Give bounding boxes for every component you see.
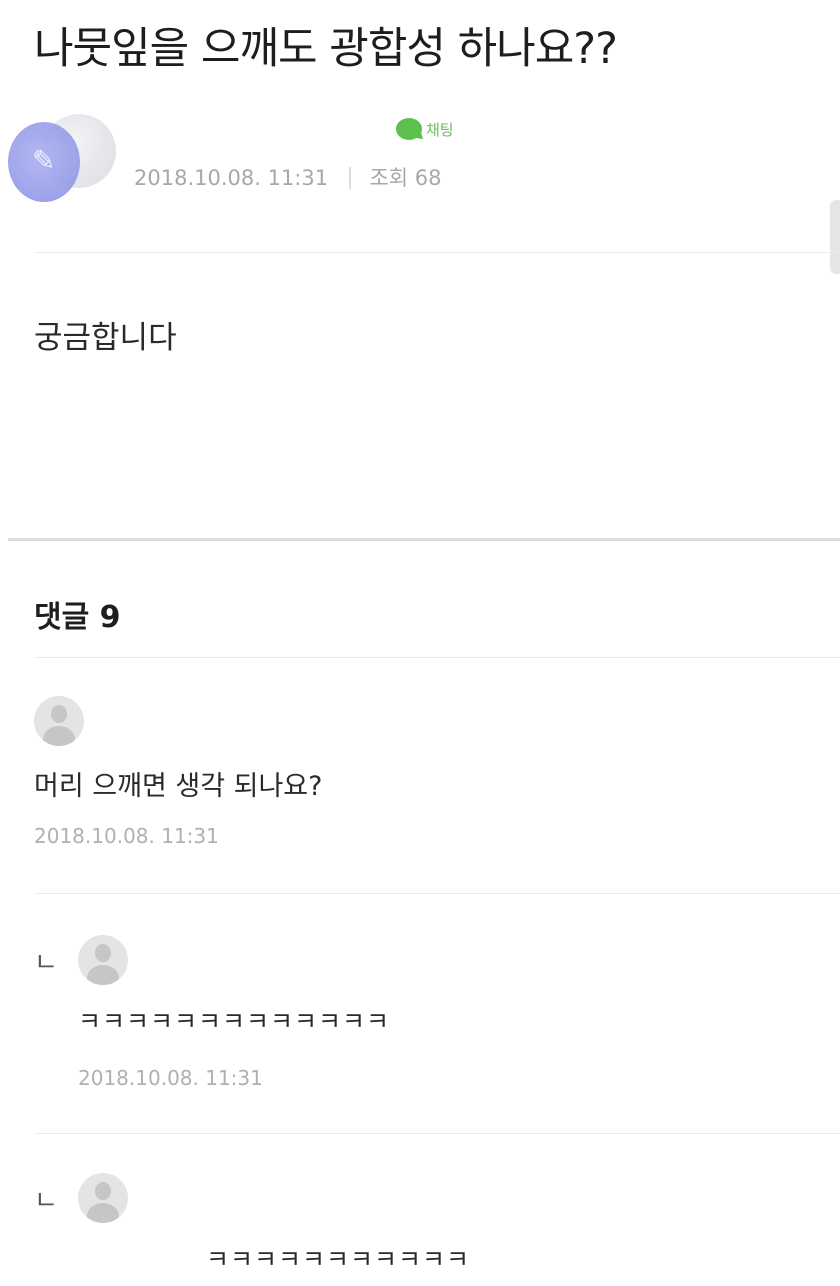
section-divider xyxy=(8,538,840,541)
post-title: 나뭇잎을 으깨도 광합성 하나요?? xyxy=(34,24,618,74)
pencil-icon: ✎ xyxy=(32,144,56,177)
avatar-body xyxy=(43,726,75,746)
avatar-front: ✎ xyxy=(8,122,80,202)
reply-mark: ㄴ xyxy=(34,1186,58,1216)
post-views: 조회 68 xyxy=(369,166,442,190)
chat-button[interactable]: 채팅 xyxy=(396,118,454,140)
post-meta: 2018.10.08. 11:31 조회 68 xyxy=(134,162,442,192)
header-divider xyxy=(34,252,840,253)
chat-icon xyxy=(396,118,422,140)
reply-text: ㅋㅋㅋㅋㅋㅋㅋㅋㅋㅋㅋ xyxy=(206,1245,471,1274)
chat-label: 채팅 xyxy=(426,120,454,139)
avatar-head xyxy=(95,1182,111,1200)
author-avatar[interactable]: ✎ xyxy=(8,112,118,202)
reply-mark: ㄴ xyxy=(34,948,58,978)
reply-avatar[interactable] xyxy=(78,1173,128,1223)
reply-date: 2018.10.08. 11:31 xyxy=(78,1066,263,1090)
side-scroll-tab[interactable] xyxy=(830,200,840,274)
post-body: 궁금합니다 xyxy=(34,320,177,356)
comment-divider xyxy=(34,1133,840,1134)
comments-divider xyxy=(34,657,840,658)
comment-count: 댓글 9 xyxy=(34,600,121,635)
avatar-head xyxy=(51,705,67,723)
reply-text: ㅋㅋㅋㅋㅋㅋㅋㅋㅋㅋㅋㅋㅋ xyxy=(78,1007,391,1036)
avatar-body xyxy=(87,965,119,985)
post-date: 2018.10.08. 11:31 xyxy=(134,166,329,190)
comment-divider xyxy=(34,893,840,894)
meta-separator xyxy=(348,167,351,189)
comment-text: 머리 으깨면 생각 되나요? xyxy=(34,771,323,802)
comment-date: 2018.10.08. 11:31 xyxy=(34,824,219,848)
reply-avatar[interactable] xyxy=(78,935,128,985)
comment-avatar[interactable] xyxy=(34,696,84,746)
avatar-head xyxy=(95,944,111,962)
avatar-body xyxy=(87,1203,119,1223)
